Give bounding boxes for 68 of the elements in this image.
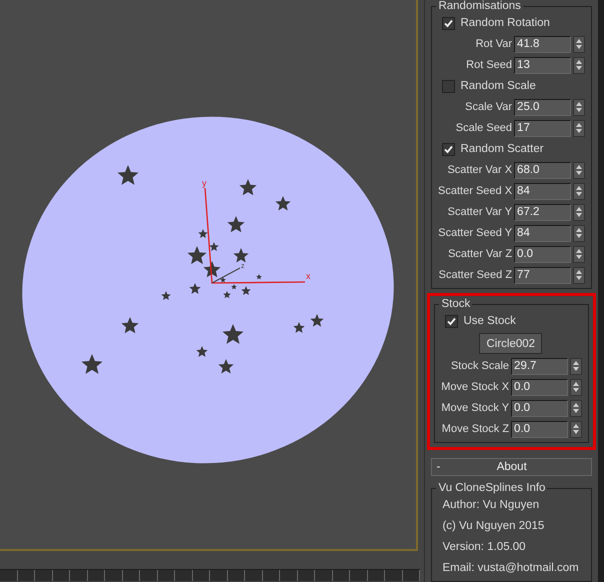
axis-label: y [202,178,206,188]
checkbox[interactable] [445,314,458,328]
rollout-header[interactable]: - About [431,458,592,476]
timeline-track[interactable] [0,569,420,581]
spinner-label: Scale Var [464,101,512,113]
number-field[interactable]: 84 [514,224,572,242]
spinner-arrows-icon[interactable] [573,246,586,262]
spinner-label: Stock Scale [450,360,510,372]
spinner-arrows-icon[interactable] [570,400,582,416]
spinner-arrows-icon[interactable] [573,98,586,116]
number-field[interactable]: 0.0 [511,400,568,416]
spinner-arrows-icon[interactable] [570,358,582,374]
info-text: Version: 1.05.00 [441,540,527,555]
checkbox-label[interactable]: Use Stock [463,315,516,327]
number-field[interactable]: 0.0 [511,378,568,396]
check-icon [444,18,454,28]
number-field[interactable]: 84 [514,182,572,200]
number-field[interactable]: 0.0 [511,420,568,438]
number-field[interactable]: 29.7 [511,358,568,374]
spinner-label: Move Stock Y [440,402,510,414]
checkbox[interactable] [442,16,456,30]
number-field[interactable]: 68.0 [514,162,572,178]
spinner-label: Scale Seed [454,122,512,134]
spinner-arrows-icon[interactable] [570,420,582,438]
checkbox-label[interactable]: Random Rotation [460,17,550,29]
group-title: Stock [440,298,472,310]
spinner-label: Scatter Seed Z [438,269,512,281]
number-field[interactable]: 17 [514,120,572,136]
spinner-arrows-icon[interactable] [573,224,586,242]
number-field[interactable]: 25.0 [514,98,572,116]
number-field[interactable]: 0.0 [514,246,572,262]
number-field[interactable]: 41.8 [514,36,572,52]
spinner-label: Scatter Var Z [447,248,512,260]
group-title: Vu CloneSplines Info [437,482,546,494]
spinner-label: Move Stock X [440,381,510,393]
spinner-label: Scatter Seed Y [437,227,512,239]
spinner-label: Rot Seed [465,59,512,71]
check-icon [447,316,456,326]
spinner-arrows-icon[interactable] [573,182,586,200]
spinner-arrows-icon[interactable] [573,266,586,284]
spinner-arrows-icon[interactable] [573,36,586,52]
check-icon [444,144,454,154]
info-text: Email: vusta@hotmail.com [441,561,580,576]
info-text: (c) Vu Nguyen 2015 [441,519,546,534]
spinner-label: Scatter Seed X [437,185,512,197]
rollout-title: About [496,461,528,473]
spinner-arrows-icon[interactable] [573,120,586,136]
checkbox-label[interactable]: Random Scale [460,80,536,92]
spinner-arrows-icon[interactable] [573,162,586,178]
spinner-arrows-icon[interactable] [573,204,586,220]
number-field[interactable]: 67.2 [514,204,572,220]
axis-label: x [306,271,310,281]
collapse-toggle[interactable]: - [436,461,450,473]
info-text: Author: Vu Nguyen [441,498,540,513]
number-field[interactable]: 13 [514,56,572,74]
checkbox[interactable] [442,142,456,156]
checkbox-label[interactable]: Random Scatter [460,143,544,155]
spinner-label: Move Stock Z [440,423,510,435]
spinner-arrows-icon[interactable] [573,56,586,74]
spinner-arrows-icon[interactable] [570,378,582,396]
spinner-label: Scatter Var Y [446,206,512,218]
number-field[interactable]: 77 [514,266,572,284]
spinner-label: Scatter Var X [446,164,512,176]
checkbox[interactable] [442,80,456,92]
pick-object-button[interactable]: Circle002 [479,333,542,354]
scrollbar[interactable] [598,0,604,582]
group-title: Randomisations [437,0,522,12]
spinner-label: Rot Var [474,38,512,50]
